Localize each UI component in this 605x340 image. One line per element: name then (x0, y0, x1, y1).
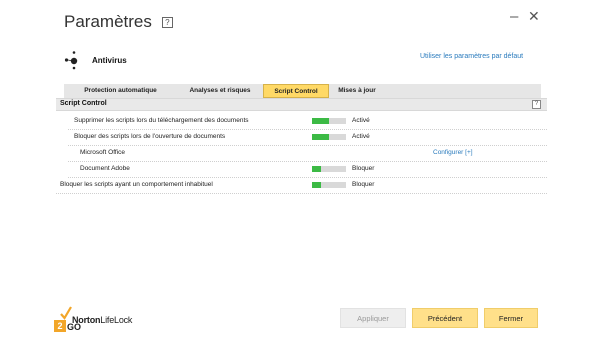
setting-state: Bloquer (352, 165, 375, 172)
setting-state: Activé (352, 117, 370, 124)
window-title-text: Paramètres (64, 12, 152, 31)
toggle-download-scripts[interactable] (312, 118, 346, 124)
setting-state: Activé (352, 133, 370, 140)
setting-row-adobe: Document Adobe Bloquer (68, 162, 547, 178)
toggle-fill (312, 166, 321, 172)
section-help-icon[interactable]: ? (532, 100, 541, 109)
setting-row-download-scripts: Supprimer les scripts lors du télécharge… (68, 114, 547, 130)
tab-protection-automatique[interactable]: Protection automatique (64, 84, 177, 98)
toggle-adobe[interactable] (312, 166, 346, 172)
setting-label: Bloquer les scripts ayant un comportemen… (60, 181, 213, 188)
setting-row-open-scripts: Bloquer des scripts lors de l'ouverture … (68, 130, 547, 146)
toggle-open-scripts[interactable] (312, 134, 346, 140)
logo-brand-b: LifeLock (100, 315, 133, 325)
toggle-unusual-behavior[interactable] (312, 182, 346, 188)
close-button[interactable]: Fermer (484, 308, 538, 328)
toggle-fill (312, 182, 321, 188)
checkmark-icon (60, 306, 72, 320)
logo-brand-a: Norton (72, 315, 101, 325)
configure-link[interactable]: Configurer [+] (433, 149, 473, 156)
title-help-icon[interactable]: ? (161, 16, 173, 28)
toggle-fill (312, 118, 329, 124)
apply-button[interactable]: Appliquer (340, 308, 406, 328)
setting-state: Bloquer (352, 181, 375, 188)
close-window-button[interactable]: ✕ (528, 8, 540, 25)
use-defaults-link[interactable]: Utiliser les paramètres par défaut (420, 53, 523, 60)
logo-number: 2 (54, 320, 66, 332)
minimize-button[interactable]: – (510, 8, 518, 25)
section-title: Script Control (60, 100, 107, 107)
product-name: Antivirus (92, 56, 127, 65)
setting-label: Bloquer des scripts lors de l'ouverture … (74, 133, 226, 140)
logo-wordmark: NortonLifeLock (72, 315, 132, 325)
tab-script-control[interactable]: Script Control (263, 84, 329, 98)
previous-button[interactable]: Précédent (412, 308, 478, 328)
setting-label: Document Adobe (80, 165, 130, 172)
setting-label: Supprimer les scripts lors du télécharge… (74, 117, 249, 124)
tab-mises-a-jour[interactable]: Mises à jour (329, 84, 385, 98)
setting-label: Microsoft Office (80, 149, 126, 156)
antivirus-icon (64, 51, 78, 70)
tab-bar: Protection automatique Analyses et risqu… (64, 84, 541, 98)
toggle-fill (312, 134, 329, 140)
window-title: Paramètres ? (64, 12, 173, 32)
setting-row-unusual-behavior: Bloquer les scripts ayant un comportemen… (56, 178, 547, 194)
setting-row-microsoft-office: Microsoft Office Configurer [+] (68, 146, 547, 162)
nortonlifelock-logo: 2 GO NortonLifeLock (54, 300, 164, 334)
tab-analyses-et-risques[interactable]: Analyses et risques (177, 84, 263, 98)
section-header: Script Control ? (56, 98, 547, 111)
